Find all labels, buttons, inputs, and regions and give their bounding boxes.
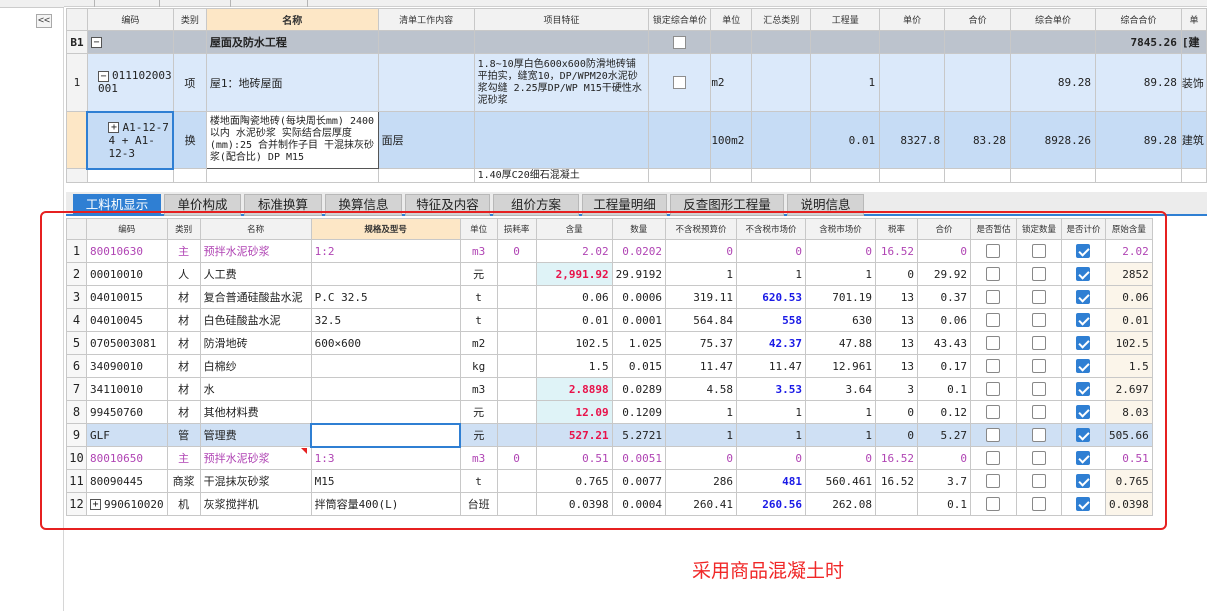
header-unit[interactable]: 单位 (710, 8, 753, 31)
sub-comp-total: 89.28 (1094, 111, 1182, 169)
header-quantity[interactable]: 工程量 (810, 8, 881, 31)
lock-checkbox[interactable] (673, 35, 687, 49)
item-row[interactable]: 1 −011102003001 项 屋1：地砖屋面 1.8~10厚白色600x6… (66, 53, 1207, 112)
header-total[interactable]: 合价 (944, 8, 1012, 31)
group-name: 屋面及防水工程 (205, 30, 379, 54)
header-name[interactable]: 名称 (205, 8, 379, 31)
lock-checkbox[interactable] (673, 76, 687, 90)
sub-name[interactable]: 楼地面陶瓷地砖(每块周长mm) 2400以内 水泥砂浆 实际结合层厚度(mm):… (205, 111, 379, 169)
collapse-toggle[interactable]: − (90, 37, 102, 48)
header-type[interactable]: 类别 (172, 8, 207, 31)
next-item-row[interactable]: 1.40厚C20细石混凝土 (66, 168, 1207, 183)
item-comp-price: 89.28 (1010, 53, 1096, 112)
item-feature[interactable]: 1.8~10厚白色600x600防滑地砖铺平拍实，缝宽10，DP/WPM20水泥… (473, 53, 650, 112)
item-name[interactable]: 屋1：地砖屋面 (205, 53, 379, 112)
sub-item-row[interactable]: + A1-12-7 4 + A1-12-3 换 楼地面陶瓷地砖(每块周长mm) 2… (66, 110, 1207, 170)
header-comp-total[interactable]: 综合合价 (1094, 8, 1182, 31)
annotation-caption: 采用商品混凝土时 (692, 560, 845, 582)
header-lock-price[interactable]: 锁定综合单价 (648, 8, 712, 31)
item-unit: m2 (710, 53, 753, 112)
header-comp-price[interactable]: 综合单价 (1010, 8, 1096, 31)
expand-toggle[interactable]: + (108, 122, 120, 133)
group-row[interactable]: B1 − 屋面及防水工程 7845.26 [建 (66, 30, 1207, 54)
header-extra[interactable]: 单 (1180, 8, 1207, 31)
next-feature: 1.40厚C20细石混凝土 (473, 168, 650, 183)
sub-unit: 100m2 (710, 111, 753, 169)
group-tail: [建 (1180, 30, 1207, 54)
row-index: 1 (66, 53, 88, 112)
highlight-outline (40, 211, 1167, 530)
sub-type: 换 (172, 111, 207, 169)
item-qty[interactable]: 1 (810, 53, 881, 112)
sub-qty[interactable]: 0.01 (810, 111, 881, 169)
collapse-toggle[interactable]: − (97, 70, 109, 82)
group-total: 7845.26 (1094, 30, 1182, 54)
sub-comp-price: 8928.26 (1010, 111, 1096, 169)
item-type: 项 (172, 53, 207, 112)
comment-marker (301, 448, 307, 454)
sub-tail: 建筑 (1180, 111, 1207, 169)
sub-total: 83.28 (944, 111, 1012, 169)
collapse-panel-button[interactable]: << (36, 14, 52, 28)
item-grid: 编码 类别 名称 清单工作内容 项目特征 锁定综合单价 单位 汇总类别 工程量 … (66, 8, 1207, 183)
item-code: 011102003001 (97, 69, 172, 96)
header-summary-type[interactable]: 汇总类别 (751, 8, 812, 31)
item-grid-header: 编码 类别 名称 清单工作内容 项目特征 锁定综合单价 单位 汇总类别 工程量 … (66, 8, 1207, 31)
item-tail: 装饰 (1180, 53, 1207, 112)
header-unit-price[interactable]: 单价 (879, 8, 946, 31)
sub-price: 8327.8 (879, 111, 946, 169)
left-tab-strip (0, 0, 64, 8)
top-tab-strip (64, 0, 1207, 7)
group-id: B1 (66, 30, 88, 54)
header-code[interactable]: 编码 (86, 8, 174, 31)
sub-content: 面层 (377, 111, 475, 169)
header-feature[interactable]: 项目特征 (473, 8, 650, 31)
header-work-content[interactable]: 清单工作内容 (377, 8, 475, 31)
item-comp-total: 89.28 (1094, 53, 1182, 112)
